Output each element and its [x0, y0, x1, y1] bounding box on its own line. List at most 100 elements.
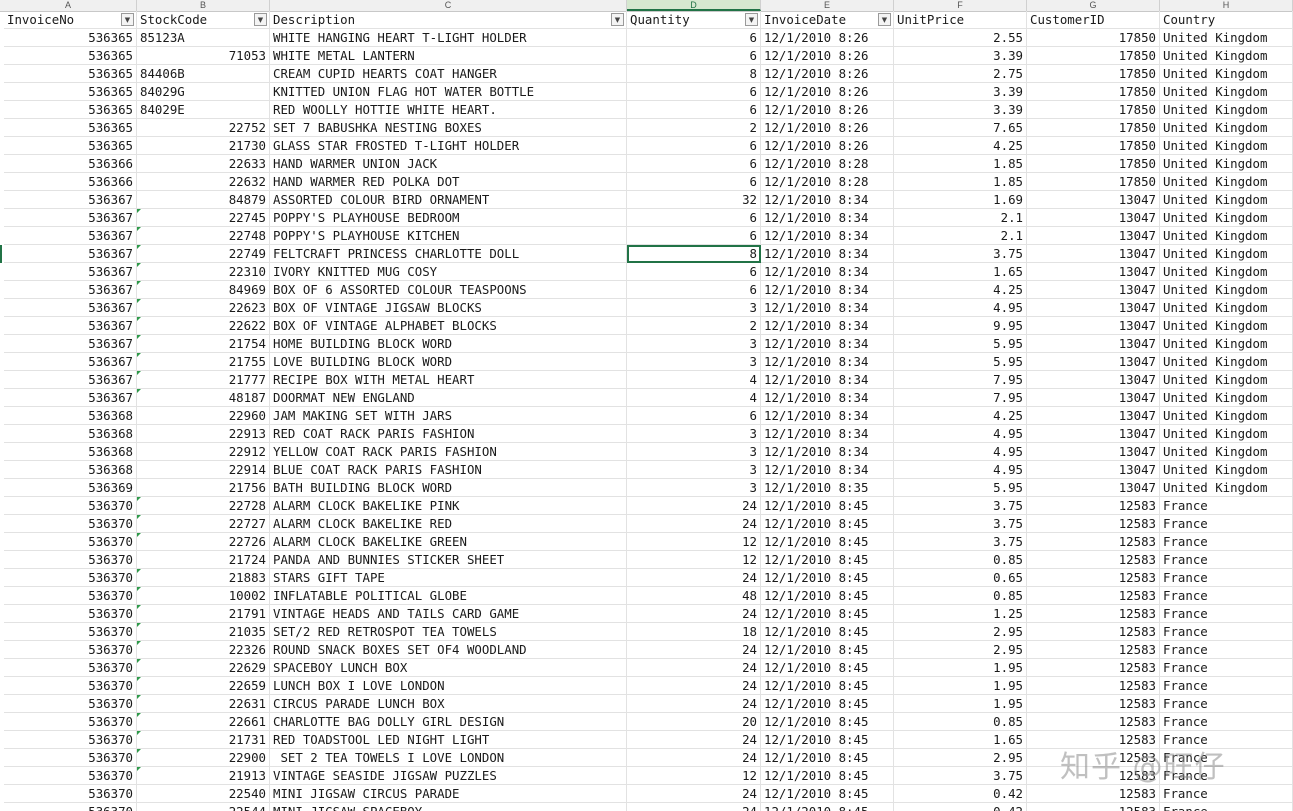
- cell-invoicedate[interactable]: 12/1/2010 8:34: [761, 461, 894, 479]
- cell-customerid[interactable]: 17850: [1027, 155, 1160, 173]
- cell-invoiceno[interactable]: 536365: [4, 137, 137, 155]
- cell-invoicedate[interactable]: 12/1/2010 8:34: [761, 335, 894, 353]
- cell-stockcode[interactable]: 21754: [137, 335, 270, 353]
- cell-description[interactable]: SET 2 TEA TOWELS I LOVE LONDON: [270, 749, 627, 767]
- cell-quantity[interactable]: 3: [627, 479, 761, 497]
- header-cell-unitprice[interactable]: UnitPrice: [894, 11, 1027, 29]
- cell-customerid[interactable]: 13047: [1027, 299, 1160, 317]
- cell-quantity[interactable]: 24: [627, 659, 761, 677]
- cell-stockcode[interactable]: 22727: [137, 515, 270, 533]
- cell-country[interactable]: United Kingdom: [1160, 281, 1293, 299]
- cell-customerid[interactable]: 12583: [1027, 695, 1160, 713]
- header-cell-invoicedate[interactable]: InvoiceDate: [761, 11, 894, 29]
- spreadsheet-grid[interactable]: ABCDEFGHI InvoiceNo▼StockCode▼Descriptio…: [0, 0, 1293, 811]
- cell-stockcode[interactable]: 22622: [137, 317, 270, 335]
- cell-customerid[interactable]: 13047: [1027, 245, 1160, 263]
- cell-invoiceno[interactable]: 536370: [4, 533, 137, 551]
- cell-description[interactable]: BATH BUILDING BLOCK WORD: [270, 479, 627, 497]
- cell-unitprice[interactable]: 0.85: [894, 587, 1027, 605]
- cell-description[interactable]: ALARM CLOCK BAKELIKE PINK: [270, 497, 627, 515]
- cell-country[interactable]: France: [1160, 533, 1293, 551]
- cell-invoiceno[interactable]: 536368: [4, 407, 137, 425]
- column-letter-e[interactable]: E: [761, 0, 894, 11]
- cell-stockcode[interactable]: 85123A: [137, 29, 270, 47]
- column-letter-c[interactable]: C: [270, 0, 627, 11]
- cell-customerid[interactable]: 12583: [1027, 497, 1160, 515]
- cell-description[interactable]: ROUND SNACK BOXES SET OF4 WOODLAND: [270, 641, 627, 659]
- cell-stockcode[interactable]: 22632: [137, 173, 270, 191]
- cell-invoicedate[interactable]: 12/1/2010 8:45: [761, 749, 894, 767]
- cell-customerid[interactable]: 17850: [1027, 137, 1160, 155]
- cell-quantity[interactable]: 48: [627, 587, 761, 605]
- cell-quantity[interactable]: 3: [627, 443, 761, 461]
- cell-stockcode[interactable]: 22752: [137, 119, 270, 137]
- cell-customerid[interactable]: 12583: [1027, 713, 1160, 731]
- cell-quantity[interactable]: 3: [627, 353, 761, 371]
- cell-invoicedate[interactable]: 12/1/2010 8:26: [761, 83, 894, 101]
- cell-country[interactable]: France: [1160, 569, 1293, 587]
- cell-unitprice[interactable]: 9.95: [894, 317, 1027, 335]
- cell-description[interactable]: STARS GIFT TAPE: [270, 569, 627, 587]
- cell-description[interactable]: HAND WARMER UNION JACK: [270, 155, 627, 173]
- cell-invoicedate[interactable]: 12/1/2010 8:45: [761, 497, 894, 515]
- cell-invoiceno[interactable]: 536368: [4, 425, 137, 443]
- cell-unitprice[interactable]: 0.42: [894, 803, 1027, 811]
- cell-customerid[interactable]: 13047: [1027, 353, 1160, 371]
- cell-quantity[interactable]: 2: [627, 119, 761, 137]
- cell-quantity[interactable]: 6: [627, 155, 761, 173]
- cell-invoicedate[interactable]: 12/1/2010 8:26: [761, 47, 894, 65]
- filter-dropdown-icon[interactable]: ▼: [254, 13, 267, 26]
- cell-quantity[interactable]: 18: [627, 623, 761, 641]
- cell-country[interactable]: United Kingdom: [1160, 407, 1293, 425]
- cell-invoiceno[interactable]: 536367: [4, 263, 137, 281]
- cell-unitprice[interactable]: 4.25: [894, 281, 1027, 299]
- cell-description[interactable]: LUNCH BOX I LOVE LONDON: [270, 677, 627, 695]
- cell-quantity[interactable]: 24: [627, 731, 761, 749]
- cell-customerid[interactable]: 12583: [1027, 587, 1160, 605]
- column-letter-g[interactable]: G: [1027, 0, 1160, 11]
- cell-unitprice[interactable]: 2.55: [894, 29, 1027, 47]
- cell-unitprice[interactable]: 1.65: [894, 731, 1027, 749]
- cell-unitprice[interactable]: 2.95: [894, 623, 1027, 641]
- cell-country[interactable]: United Kingdom: [1160, 245, 1293, 263]
- cell-customerid[interactable]: 13047: [1027, 371, 1160, 389]
- cell-description[interactable]: ALARM CLOCK BAKELIKE RED: [270, 515, 627, 533]
- cell-invoicedate[interactable]: 12/1/2010 8:26: [761, 119, 894, 137]
- cell-invoiceno[interactable]: 536367: [4, 389, 137, 407]
- cell-invoicedate[interactable]: 12/1/2010 8:34: [761, 281, 894, 299]
- cell-quantity[interactable]: 6: [627, 407, 761, 425]
- cell-stockcode[interactable]: 21755: [137, 353, 270, 371]
- filter-dropdown-icon[interactable]: ▼: [611, 13, 624, 26]
- cell-unitprice[interactable]: 0.85: [894, 551, 1027, 569]
- cell-unitprice[interactable]: 7.95: [894, 389, 1027, 407]
- cell-description[interactable]: ASSORTED COLOUR BIRD ORNAMENT: [270, 191, 627, 209]
- cell-invoiceno[interactable]: 536367: [4, 317, 137, 335]
- cell-country[interactable]: United Kingdom: [1160, 371, 1293, 389]
- cell-customerid[interactable]: 17850: [1027, 173, 1160, 191]
- cell-country[interactable]: United Kingdom: [1160, 263, 1293, 281]
- cell-country[interactable]: France: [1160, 623, 1293, 641]
- cell-description[interactable]: FELTCRAFT PRINCESS CHARLOTTE DOLL: [270, 245, 627, 263]
- cell-customerid[interactable]: 13047: [1027, 263, 1160, 281]
- cell-unitprice[interactable]: 4.95: [894, 425, 1027, 443]
- cell-country[interactable]: France: [1160, 659, 1293, 677]
- cell-stockcode[interactable]: 22726: [137, 533, 270, 551]
- cell-invoiceno[interactable]: 536366: [4, 155, 137, 173]
- cell-quantity[interactable]: 6: [627, 173, 761, 191]
- cell-stockcode[interactable]: 22749: [137, 245, 270, 263]
- cell-invoiceno[interactable]: 536367: [4, 371, 137, 389]
- cell-country[interactable]: United Kingdom: [1160, 425, 1293, 443]
- cell-description[interactable]: BOX OF VINTAGE ALPHABET BLOCKS: [270, 317, 627, 335]
- cell-invoicedate[interactable]: 12/1/2010 8:45: [761, 551, 894, 569]
- cell-stockcode[interactable]: 22631: [137, 695, 270, 713]
- cell-country[interactable]: France: [1160, 713, 1293, 731]
- cell-stockcode[interactable]: 84029E: [137, 101, 270, 119]
- cell-unitprice[interactable]: 2.95: [894, 749, 1027, 767]
- cell-invoicedate[interactable]: 12/1/2010 8:45: [761, 623, 894, 641]
- cell-description[interactable]: BLUE COAT RACK PARIS FASHION: [270, 461, 627, 479]
- cell-invoiceno[interactable]: 536367: [4, 335, 137, 353]
- cell-customerid[interactable]: 17850: [1027, 101, 1160, 119]
- cell-description[interactable]: ALARM CLOCK BAKELIKE GREEN: [270, 533, 627, 551]
- cell-customerid[interactable]: 12583: [1027, 677, 1160, 695]
- cell-description[interactable]: YELLOW COAT RACK PARIS FASHION: [270, 443, 627, 461]
